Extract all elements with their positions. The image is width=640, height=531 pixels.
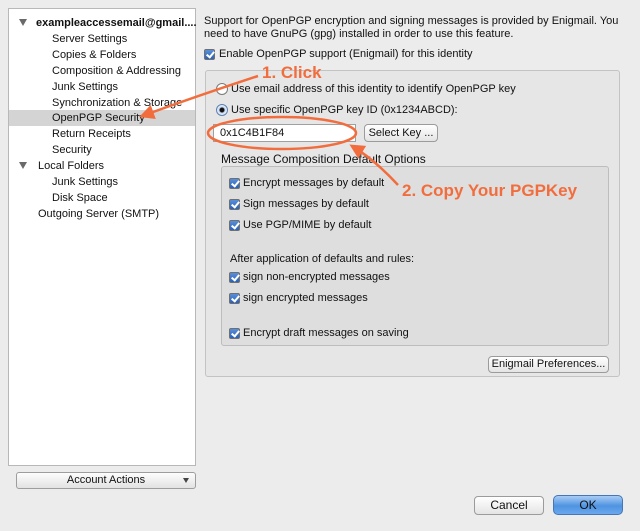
arrow-to-openpgp-security: [139, 74, 259, 119]
arrow-to-key-field: [349, 144, 399, 186]
annotation-step2: 2. Copy Your PGPKey: [402, 181, 578, 200]
highlight-ellipse: [206, 115, 358, 151]
annotation-step1: 1. Click: [262, 63, 322, 82]
